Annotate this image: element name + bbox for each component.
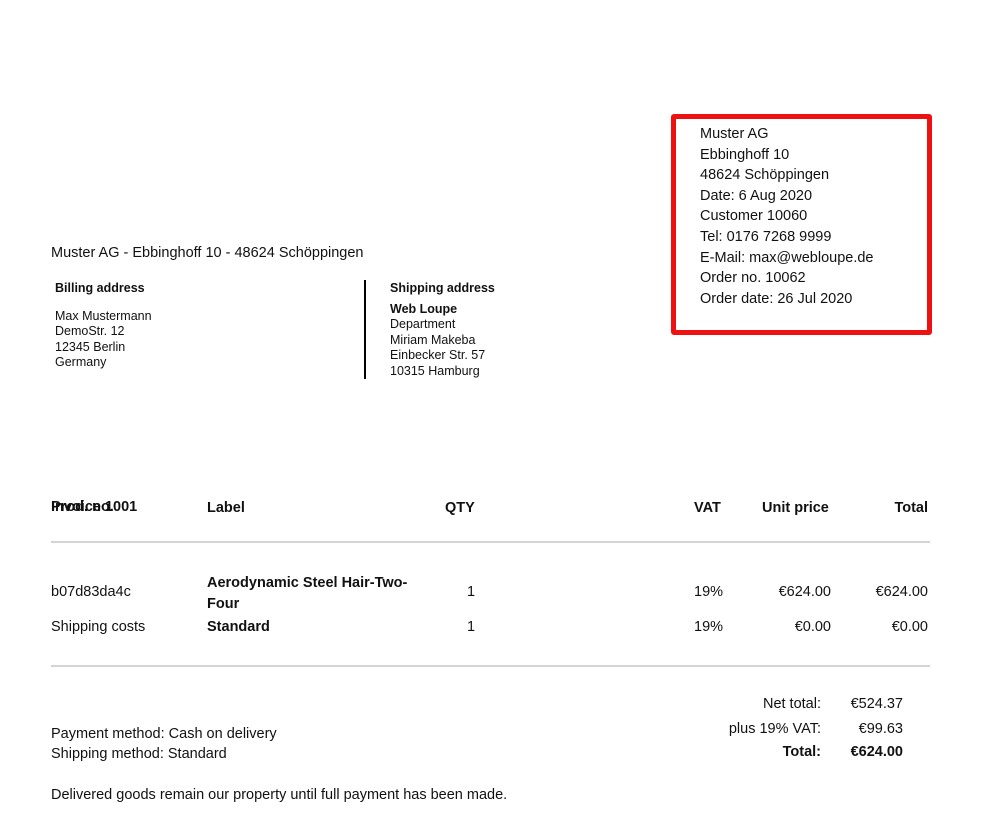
row1-unit-price: €624.00 (778, 584, 831, 600)
shipping-line-street: Einbecker Str. 57 (390, 348, 486, 363)
sender-email: E-Mail: max@webloupe.de (700, 249, 874, 266)
row1-label-line1: Aerodynamic Steel Hair-Two- (207, 575, 408, 591)
sender-phone: Tel: 0176 7268 9999 (700, 228, 832, 245)
billing-address-title: Billing address (55, 281, 145, 295)
retention-of-title-note: Delivered goods remain our property unti… (51, 787, 508, 803)
net-total-label: Net total: (762, 696, 821, 712)
shipping-method: Shipping method: Standard (51, 746, 227, 762)
header-unit-price: Unit price (762, 500, 829, 516)
row1-vat: 19% (694, 584, 724, 600)
address-divider (364, 280, 366, 379)
shipping-line-department: Department (390, 317, 456, 332)
order-number: Order no. 10062 (700, 270, 806, 287)
row2-vat: 19% (694, 619, 724, 635)
billing-address: Max Mustermann DemoStr. 12 12345 Berlin … (55, 309, 152, 371)
table-bottom-rule (51, 665, 930, 667)
header-total: Total (894, 500, 928, 516)
header-qty: QTY (445, 500, 475, 516)
row1-label-line2: Four (207, 596, 240, 612)
shipping-address-title: Shipping address (390, 281, 495, 295)
row2-qty: 1 (467, 619, 476, 635)
sender-street: Ebbinghoff 10 (700, 146, 790, 163)
row2-label: Standard (207, 619, 270, 635)
header-vat: VAT (694, 500, 721, 516)
shipping-address: Web Loupe Department Miriam Makeba Einbe… (390, 302, 485, 379)
row2-unit-price: €0.00 (794, 619, 831, 635)
sender-company: Muster AG (700, 126, 769, 142)
payment-method: Payment method: Cash on delivery (51, 726, 277, 742)
header-prod-no-cell: Prod. no. Invoice 1001 (51, 499, 191, 519)
grand-total-label: Total: (782, 744, 821, 760)
billing-line-city: 12345 Berlin (55, 339, 126, 354)
return-address-line: Muster AG - Ebbinghoff 10 - 48624 Schöpp… (51, 245, 364, 261)
header-invoice-number-overlap: Invoice 1001 (51, 499, 138, 515)
customer-number: Customer 10060 (700, 208, 808, 225)
shipping-line-company: Web Loupe (390, 302, 458, 316)
shipping-line-name: Miriam Makeba (390, 332, 476, 347)
table-header-rule (51, 541, 930, 543)
row1-prod-no: b07d83da4c (51, 584, 131, 600)
billing-line-street: DemoStr. 12 (55, 324, 125, 339)
row2-total: €0.00 (891, 619, 928, 635)
net-total-value: €524.37 (850, 696, 903, 712)
row1-total: €624.00 (875, 584, 928, 600)
vat-label: plus 19% VAT: (728, 721, 821, 737)
invoice-date: Date: 6 Aug 2020 (700, 187, 813, 204)
row1-label: Aerodynamic Steel Hair-Two- Four (207, 573, 407, 615)
sender-info: Muster AG Ebbinghoff 10 48624 Schöppinge… (700, 124, 874, 309)
row1-qty: 1 (467, 584, 476, 600)
billing-line-country: Germany (55, 355, 107, 370)
vat-value: €99.63 (858, 721, 903, 737)
billing-line-name: Max Mustermann (55, 309, 152, 323)
row2-prod-no: Shipping costs (51, 619, 146, 635)
shipping-line-city: 10315 Hamburg (390, 363, 480, 378)
header-label: Label (207, 500, 245, 516)
sender-city: 48624 Schöppingen (700, 167, 830, 184)
order-date: Order date: 26 Jul 2020 (700, 290, 853, 307)
grand-total-value: €624.00 (850, 744, 903, 760)
